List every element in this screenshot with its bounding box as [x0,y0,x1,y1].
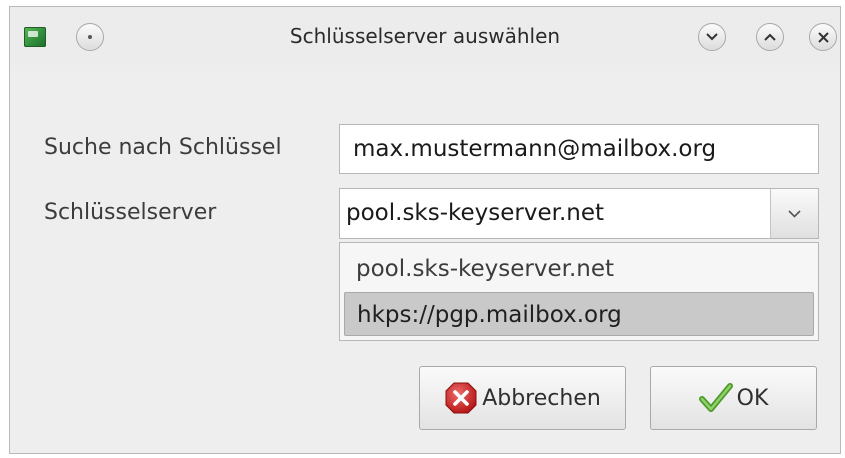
dialog-window: Schlüsselserver auswählen Suche nach Sch… [9,6,841,454]
title-bar: Schlüsselserver auswählen [10,7,840,65]
minimize-button[interactable] [698,23,726,51]
search-label: Suche nach Schlüssel [44,135,282,160]
dropdown-option[interactable]: pool.sks-keyserver.net [344,247,814,291]
keyserver-label: Schlüsselserver [44,200,217,225]
cancel-label: Abbrechen [482,385,601,411]
dropdown-option-highlighted[interactable]: hkps://pgp.mailbox.org [344,292,814,336]
chevron-up-icon [764,33,776,41]
close-icon [817,31,829,43]
close-button[interactable] [809,23,837,51]
search-input[interactable]: max.mustermann@mailbox.org [339,124,819,174]
keyserver-selected-value: pool.sks-keyserver.net [346,200,605,226]
maximize-button[interactable] [756,23,784,51]
checkmark-icon [698,383,733,413]
cancel-icon [444,381,478,415]
chevron-down-icon [706,33,718,41]
ok-button[interactable]: OK [650,366,817,430]
keyserver-dropdown-button[interactable] [770,189,818,238]
chevron-down-icon [788,209,801,218]
keyserver-combobox[interactable]: pool.sks-keyserver.net [339,188,819,239]
cancel-button[interactable]: Abbrechen [419,366,626,430]
ok-label: OK [736,385,769,411]
keyserver-dropdown-list: pool.sks-keyserver.net hkps://pgp.mailbo… [339,242,819,341]
